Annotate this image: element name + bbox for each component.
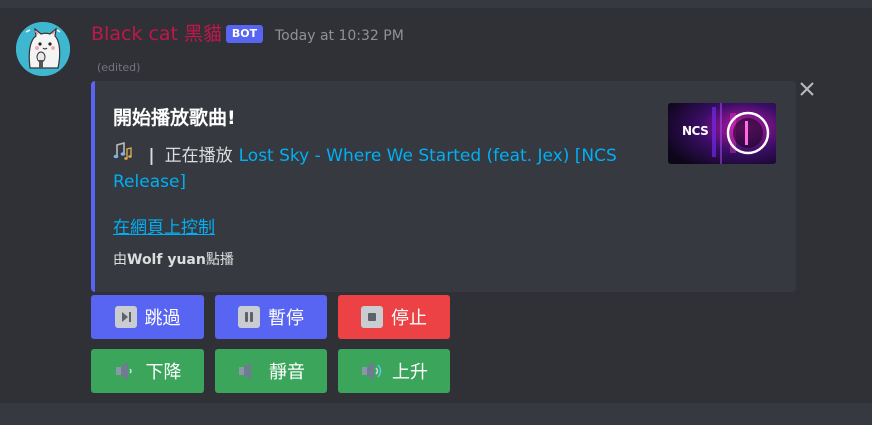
skip-icon	[114, 306, 137, 328]
pause-button[interactable]: 暫停	[215, 295, 327, 339]
skip-button[interactable]: 跳過	[91, 295, 204, 339]
stop-button[interactable]: 停止	[338, 295, 450, 339]
song-thumbnail[interactable]: NCS	[668, 103, 776, 164]
message-timestamp[interactable]: Today at 10:32 PM	[275, 28, 404, 44]
volume-down-label: 下降	[145, 362, 182, 383]
mute-button[interactable]: 靜音	[215, 349, 327, 393]
skip-label: 跳過	[144, 308, 181, 329]
volume-up-icon	[360, 361, 384, 381]
now-playing-embed: 開始播放歌曲! | 正在播放 Lost Sky - Where We Started…	[91, 81, 796, 292]
requester-suffix: 點播	[205, 252, 234, 268]
separator: |	[148, 146, 155, 166]
pause-icon	[238, 306, 260, 328]
music-notes-icon	[113, 141, 133, 169]
stop-icon	[361, 306, 383, 328]
next-message-area	[0, 403, 872, 425]
requester-line: 由Wolf yuan點播	[113, 249, 234, 269]
previous-message-area	[0, 0, 872, 8]
embed-title: 開始播放歌曲!	[113, 107, 236, 129]
volume-mute-icon	[237, 361, 261, 381]
now-playing-label: 正在播放	[164, 146, 233, 166]
stop-label: 停止	[391, 308, 427, 329]
volume-up-label: 上升	[392, 362, 428, 383]
requester-name: Wolf yuan	[127, 252, 206, 268]
pause-label: 暫停	[268, 308, 304, 329]
bot-avatar[interactable]	[16, 22, 70, 76]
bot-username[interactable]: Black cat 黑貓	[91, 24, 222, 44]
cat-avatar-icon	[16, 22, 70, 76]
volume-up-button[interactable]: 上升	[338, 349, 450, 393]
bot-message: Black cat 黑貓 BOT Today at 10:32 PM (edit…	[0, 8, 872, 403]
web-control-link[interactable]: 在網頁上控制	[113, 213, 215, 238]
remove-embed-button[interactable]	[796, 80, 818, 102]
requester-prefix: 由	[113, 252, 127, 268]
embed-description: | 正在播放 Lost Sky - Where We Started (feat. …	[113, 141, 633, 195]
volume-down-icon	[114, 361, 138, 381]
ncs-logo: NCS	[682, 124, 709, 138]
mute-label: 靜音	[269, 362, 305, 383]
edited-indicator: (edited)	[97, 61, 141, 74]
volume-down-button[interactable]: 下降	[91, 349, 204, 393]
close-icon	[800, 82, 814, 96]
bot-badge: BOT	[226, 25, 263, 43]
